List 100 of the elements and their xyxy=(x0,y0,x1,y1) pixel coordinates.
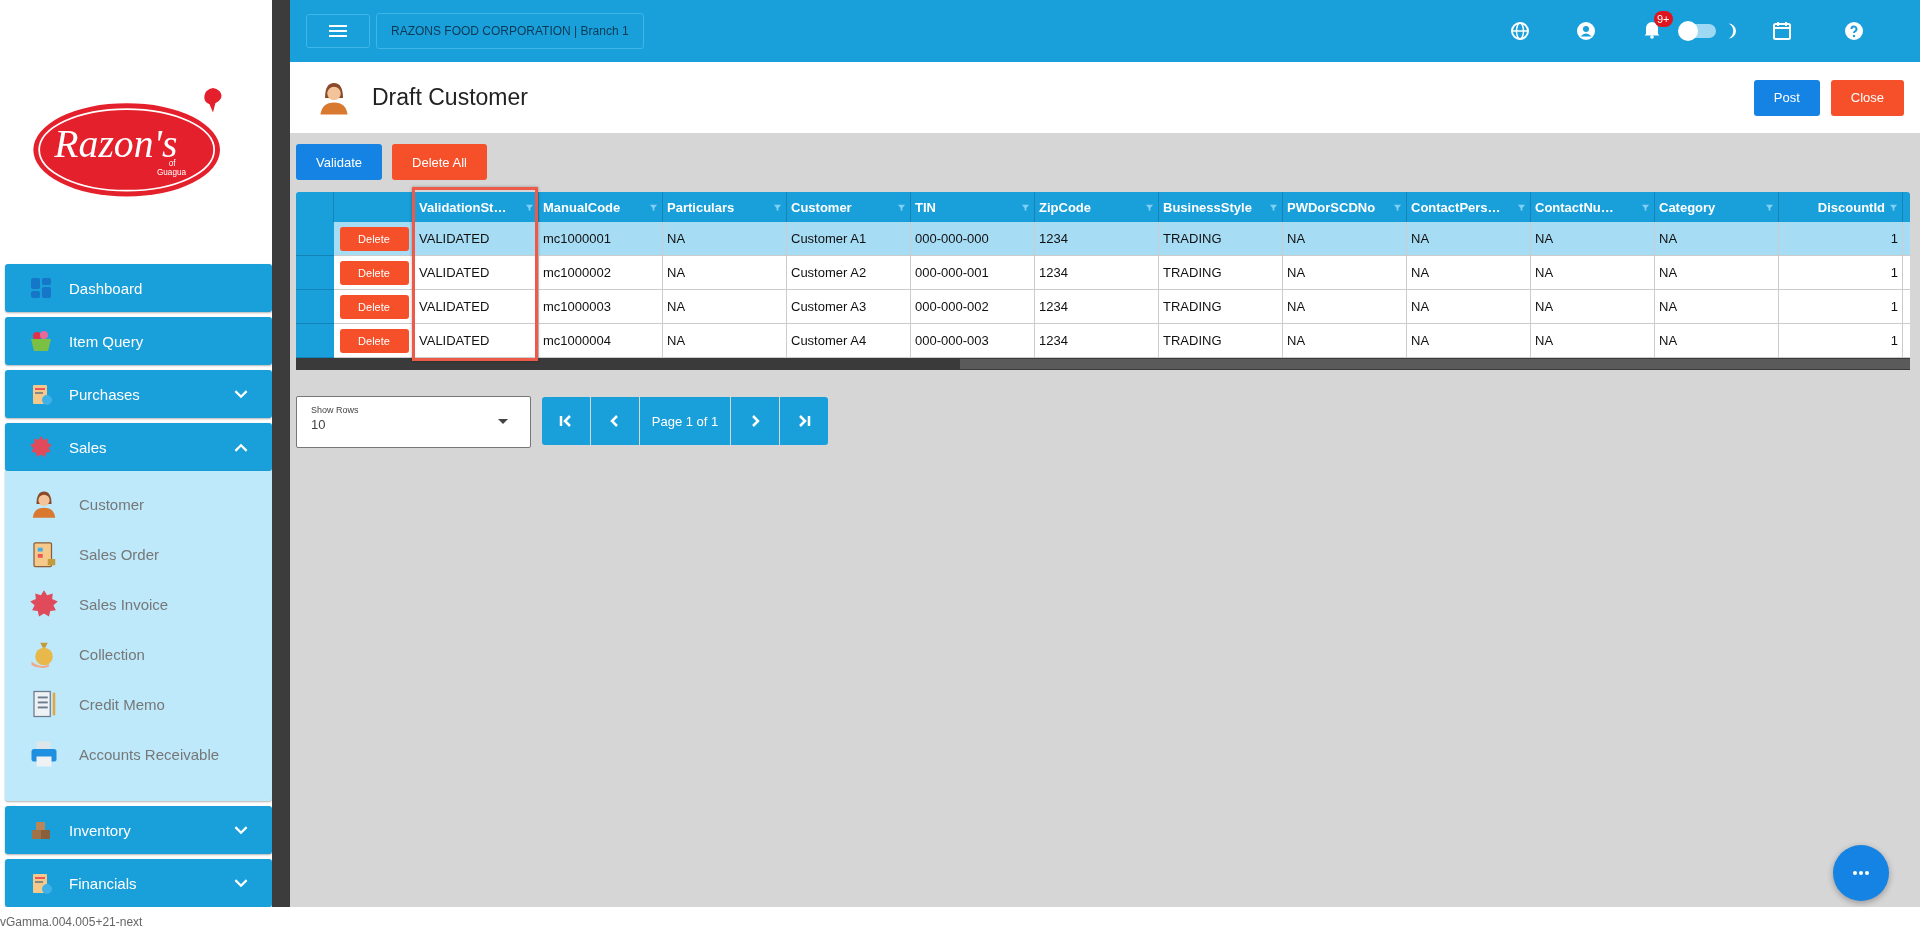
table-cell: TRADING xyxy=(1159,222,1283,256)
column-header[interactable]: BusinessStyle xyxy=(1159,192,1283,222)
close-button[interactable]: Close xyxy=(1830,79,1904,116)
scrollbar[interactable] xyxy=(272,0,290,907)
more-button[interactable] xyxy=(1833,845,1889,901)
next-page-button[interactable] xyxy=(731,397,779,445)
table-cell: NA xyxy=(663,290,787,324)
user-icon[interactable] xyxy=(1576,21,1596,41)
filter-icon[interactable] xyxy=(649,202,658,212)
caret-icon xyxy=(498,419,508,424)
table-cell: 1234 xyxy=(1035,222,1159,256)
printer-icon xyxy=(29,739,59,769)
delete-button[interactable]: Delete xyxy=(339,260,409,285)
table-cell: NA xyxy=(1655,222,1779,256)
submenu-item[interactable]: Accounts Receivable xyxy=(5,729,272,779)
filter-icon[interactable] xyxy=(1641,202,1650,212)
header-cell xyxy=(1903,192,1910,222)
submenu-item[interactable]: Customer xyxy=(5,479,272,529)
table-cell: Customer A4 xyxy=(787,324,911,358)
filter-icon[interactable] xyxy=(773,202,782,212)
table-cell: NA xyxy=(1655,324,1779,358)
submenu-item[interactable]: Credit Memo xyxy=(5,679,272,729)
last-page-button[interactable] xyxy=(780,397,828,445)
company-field[interactable]: RAZONS FOOD CORPORATION | Branch 1 xyxy=(376,13,644,49)
filter-icon[interactable] xyxy=(1517,202,1526,212)
submenu-item[interactable]: Sales Invoice xyxy=(5,579,272,629)
table-cell: NA xyxy=(1283,256,1407,290)
first-page-button[interactable] xyxy=(542,397,590,445)
column-header[interactable]: ManualCode xyxy=(539,192,663,222)
table-cell: mc1000001 xyxy=(539,222,663,256)
filter-icon[interactable] xyxy=(1145,202,1154,212)
filter-icon[interactable] xyxy=(897,202,906,212)
first-page-icon xyxy=(559,414,573,428)
table-cell: NA xyxy=(1283,290,1407,324)
table-cell: 1 xyxy=(1779,256,1903,290)
table-cell: 1 xyxy=(1779,290,1903,324)
more-icon xyxy=(1853,871,1869,875)
delete-button[interactable]: Delete xyxy=(339,294,409,319)
nav-item[interactable]: Dashboard xyxy=(5,264,272,312)
column-header[interactable]: Particulars xyxy=(663,192,787,222)
post-button[interactable]: Post xyxy=(1753,79,1820,116)
table-cell: NA xyxy=(663,256,787,290)
row-header-cell xyxy=(296,222,334,256)
table-cell: NA xyxy=(1283,222,1407,256)
table-cell: 1234 xyxy=(1035,290,1159,324)
submenu-item[interactable]: Collection xyxy=(5,629,272,679)
last-page-icon xyxy=(797,414,811,428)
filter-icon[interactable] xyxy=(1269,202,1278,212)
help-icon[interactable] xyxy=(1844,21,1864,41)
table-cell: mc1000003 xyxy=(539,290,663,324)
globe-icon[interactable] xyxy=(1510,21,1530,41)
notification-badge: 9+ xyxy=(1654,11,1673,27)
table-cell: mc1000004 xyxy=(539,324,663,358)
table-cell: NA xyxy=(663,324,787,358)
column-header[interactable]: ContactNu… xyxy=(1531,192,1655,222)
menu-button[interactable] xyxy=(306,14,370,48)
submenu-item[interactable]: Sales Order xyxy=(5,529,272,579)
page-title: Draft Customer xyxy=(372,84,528,111)
row-header-cell xyxy=(296,290,334,324)
table-cell: mc1000002 xyxy=(539,256,663,290)
filter-icon[interactable] xyxy=(1889,202,1898,212)
dark-mode-toggle[interactable] xyxy=(1680,24,1716,38)
previous-page-button[interactable] xyxy=(591,397,639,445)
table-cell: Customer A3 xyxy=(787,290,911,324)
column-header[interactable]: Customer xyxy=(787,192,911,222)
validate-button[interactable]: Validate xyxy=(296,144,382,180)
row-header-cell xyxy=(296,192,334,222)
table-cell: 1 xyxy=(1779,324,1903,358)
column-header[interactable]: ValidationSt… xyxy=(415,192,539,222)
column-header[interactable]: ContactPers… xyxy=(1407,192,1531,222)
sale-icon xyxy=(29,589,59,619)
column-header[interactable]: PWDorSCDNo xyxy=(1283,192,1407,222)
horizontal-scrollbar[interactable] xyxy=(296,358,1910,370)
menu-icon xyxy=(329,25,347,37)
nav-label: Inventory xyxy=(69,821,132,839)
column-header[interactable]: Category xyxy=(1655,192,1779,222)
nav-item[interactable]: Inventory xyxy=(5,806,272,854)
filter-icon[interactable] xyxy=(1765,202,1774,212)
table-cell: 1234 xyxy=(1035,324,1159,358)
show-rows-select[interactable]: Show Rows 10 xyxy=(296,396,531,448)
column-header[interactable]: ZipCode xyxy=(1035,192,1159,222)
filter-icon[interactable] xyxy=(1393,202,1402,212)
delete-button[interactable]: Delete xyxy=(339,226,409,251)
nav-item[interactable]: Sales xyxy=(5,423,272,471)
nav-item[interactable]: Item Query xyxy=(5,317,272,365)
column-header[interactable]: TIN xyxy=(911,192,1035,222)
table-cell: NA xyxy=(1407,290,1531,324)
filter-icon[interactable] xyxy=(525,202,534,212)
delete-all-button[interactable]: Delete All xyxy=(392,144,487,180)
filter-icon[interactable] xyxy=(1021,202,1030,212)
column-header[interactable]: DiscountId xyxy=(1779,192,1903,222)
nav-item[interactable]: Purchases xyxy=(5,370,272,418)
delete-button[interactable]: Delete xyxy=(339,328,409,353)
table-cell: VALIDATED xyxy=(415,324,539,358)
calendar-icon[interactable] xyxy=(1772,21,1792,41)
table-cell: 1 xyxy=(1779,222,1903,256)
table-cell: VALIDATED xyxy=(415,222,539,256)
nav-item[interactable]: Financials xyxy=(5,859,272,907)
table-cell: 000-000-003 xyxy=(911,324,1035,358)
table-cell: VALIDATED xyxy=(415,256,539,290)
